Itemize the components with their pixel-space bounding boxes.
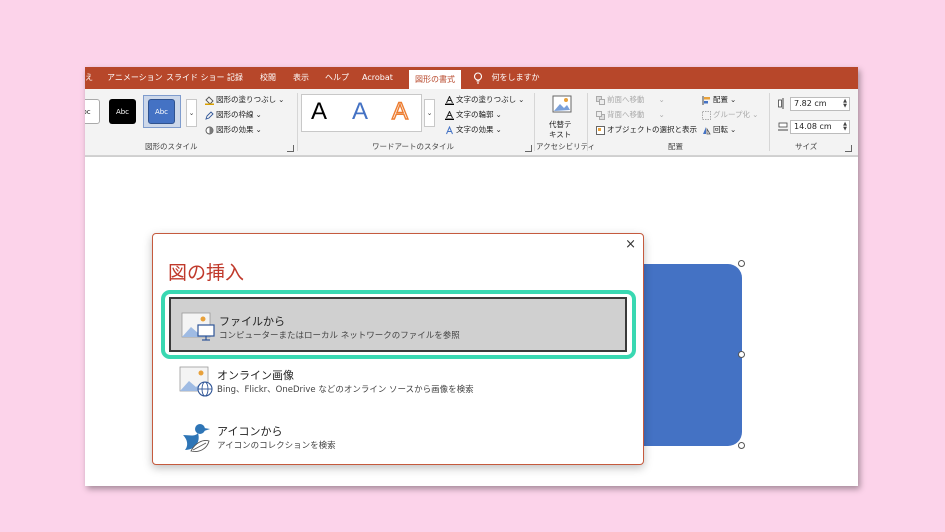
option-from-icons[interactable]: アイコンから アイコンのコレクションを検索 [169,409,627,464]
dialog-title: 図の挿入 [168,262,245,284]
resize-handle-bottom-right[interactable] [738,442,745,449]
option-title: アイコンから [217,425,283,438]
online-image-icon [179,366,213,397]
selected-shape[interactable] [638,264,742,446]
close-icon[interactable]: × [625,238,636,251]
option-description: アイコンのコレクションを検索 [217,441,336,451]
option-title: オンライン画像 [217,369,294,382]
option-online-pictures[interactable]: オンライン画像 Bing、Flickr、OneDrive などのオンライン ソー… [169,353,627,408]
highlight-frame [161,290,636,359]
resize-handle-right[interactable] [738,351,745,358]
icon-bird-icon [183,424,210,452]
option-description: Bing、Flickr、OneDrive などのオンライン ソースから画像を検索 [217,385,474,395]
resize-handle-top-right[interactable] [738,260,745,267]
